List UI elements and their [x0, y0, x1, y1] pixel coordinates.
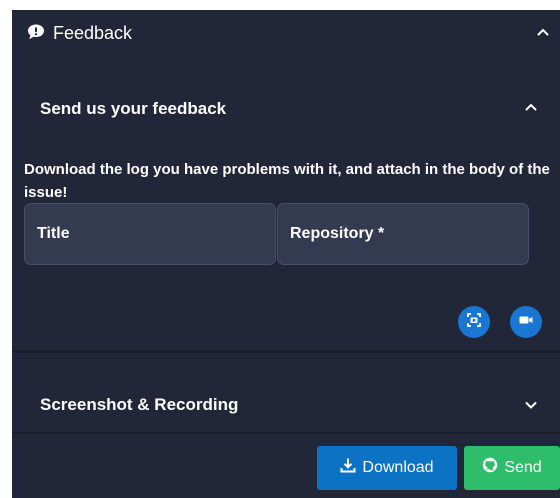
- github-icon: [482, 457, 504, 479]
- video-camera-icon: [518, 312, 534, 333]
- send-button[interactable]: Send: [464, 446, 560, 490]
- section-title: Send us your feedback: [40, 99, 227, 118]
- title-field-label: Title: [37, 225, 70, 242]
- send-label: Send: [504, 459, 542, 476]
- panel-header[interactable]: Feedback: [12, 10, 560, 56]
- repository-field-label: Repository *: [290, 225, 385, 242]
- download-button[interactable]: Download: [317, 446, 457, 490]
- chevron-up-icon[interactable]: [535, 24, 551, 40]
- feedback-section-header[interactable]: Send us your feedback: [12, 84, 560, 134]
- comment-icon: [27, 23, 45, 41]
- download-label: Download: [362, 459, 434, 476]
- record-video-button[interactable]: [510, 306, 542, 338]
- screenshot-icon: [466, 312, 482, 333]
- feedback-panel: Feedback Send us your feedback Download …: [12, 10, 560, 498]
- chevron-up-icon[interactable]: [523, 99, 539, 115]
- section-title: Screenshot & Recording: [40, 395, 239, 414]
- section-divider: [12, 350, 560, 353]
- screenshot-button[interactable]: [458, 306, 490, 338]
- chevron-down-icon[interactable]: [523, 397, 539, 413]
- title-field[interactable]: Title: [24, 203, 276, 265]
- download-icon: [340, 457, 362, 479]
- recording-section-header[interactable]: Screenshot & Recording: [12, 380, 560, 430]
- feedback-description: Download the log you have problems with …: [24, 161, 550, 201]
- panel-title: Feedback: [53, 23, 133, 43]
- repository-field[interactable]: Repository *: [277, 203, 529, 265]
